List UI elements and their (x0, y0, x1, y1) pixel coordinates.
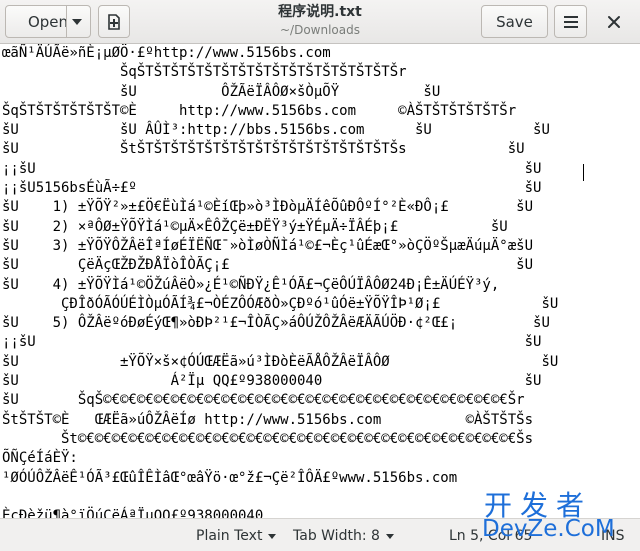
text-line[interactable]: ¡¡šU šU (2, 161, 541, 177)
open-button[interactable]: Open (5, 5, 91, 38)
document-text[interactable]: œãÑ¹ÄÚÃë»ñÈ¡µØÖ·£ºhttp://www.5156bs.com … (0, 44, 640, 518)
text-line[interactable]: šU ÔŽÃëÏÂÔØ×šÒµÕŸ šU (2, 84, 440, 100)
language-label: Plain Text (196, 528, 263, 544)
hamburger-menu-icon (563, 15, 578, 28)
text-line[interactable]: šU Á²Ïµ QQ£º938000040 šU (2, 373, 541, 389)
text-line[interactable]: šU 5) ÔŽÂëºóÐøÉýŒ¶»òÐÞ²¹£¬ÎÒÃÇ»áÔÚŽÔŽÂëÆ… (2, 315, 550, 331)
text-line[interactable]: Št©€©€©€©€©€©€©€©€©€©€©€©€©€©€©€©€©€©€©€… (2, 431, 533, 447)
text-line[interactable]: šU ÇëÄçŒŽÐŽÐÅÏòÎÒÃÇ¡£ šU (2, 257, 533, 273)
window-subtitle: ~/Downloads (280, 23, 360, 37)
chevron-down-icon (385, 533, 394, 539)
text-line[interactable]: ŠqŠTŠTŠTŠTŠTŠTŠTŠTŠTŠTŠTŠTŠTŠTŠTŠr (2, 64, 407, 80)
text-line[interactable]: šU ±ŸÕŸ×š×¢ÓÚŒÆËã»ú³ÌÐòÈëÃÅÔŽÂëÏÂÔØ šU (2, 354, 558, 370)
tab-width-label: Tab Width: 8 (293, 528, 380, 544)
text-line[interactable]: ŠtŠTŠT©È ŒÆËã»úÔŽÂëÍø http://www.5156bs.… (2, 412, 533, 428)
chevron-down-icon (268, 533, 277, 539)
text-line[interactable]: ŠqŠTŠTŠTŠTŠTŠT©È http://www.5156bs.com ©… (2, 103, 516, 119)
window-title-area: 程序说明.txt ~/Downloads (200, 3, 440, 38)
watermark: 开发者 DevZe.CoM (478, 484, 638, 544)
text-line[interactable]: šU 2) ×ªÔØ±ŸÕŸÌá¹©µÄ×ÊÔŽÇë±ÐËŸ³ý±ŸÉµÄ÷ÏÂ… (2, 219, 508, 235)
text-line[interactable]: ÈçÐèžü¶à°ïÖúÇëÁªÏµQQ£º938000040 (2, 508, 263, 518)
menu-button[interactable] (554, 5, 587, 38)
text-line[interactable]: šU ŠqŠ©€©€©€©€©€©€©€©€©€©€©€©€©€©€©€©€©€… (2, 392, 525, 408)
text-line[interactable]: ÇÐÎðÓÃÓÚÉÌÒµÓÃÍ¾£¬ÒÉZÔÓÆðÒ»ÇÐºó¹ûÓë±ŸÕŸÎ… (2, 296, 558, 312)
text-line[interactable]: ¡¡šU5156bsÉùÃ÷£º šU (2, 180, 541, 196)
text-editor-area[interactable]: œãÑ¹ÄÚÃë»ñÈ¡µØÖ·£ºhttp://www.5156bs.com … (0, 44, 640, 518)
text-line[interactable]: šU ŠtŠTŠTŠTŠTŠTŠTŠTŠTŠTŠTŠTŠTŠTŠTŠTŠs šU (2, 141, 525, 157)
text-line[interactable]: ¡¡šU šU (2, 334, 541, 350)
text-line[interactable]: šU 4) ±ŸÕŸÌá¹©ÖŽúÂëÒ»¿É¹©ÑÐŸ¿Ê¹ÓÃ£¬ÇëÔÚÏ… (2, 277, 499, 293)
new-document-button[interactable] (98, 5, 130, 38)
tab-width-selector[interactable]: Tab Width: 8 (293, 528, 394, 544)
window-title: 程序说明.txt (278, 4, 362, 20)
text-line[interactable]: ÕÑÇéÍáÈŸ: (2, 450, 78, 466)
new-document-icon (108, 13, 120, 30)
close-button[interactable] (602, 10, 626, 34)
chevron-down-icon[interactable] (72, 19, 82, 25)
text-caret (583, 164, 584, 181)
header-bar: Open 程序说明.txt ~/Downloads Save (0, 0, 640, 44)
text-line[interactable]: šU šU ÂÛÌ³:http://bbs.5156bs.com šU šU (2, 122, 550, 138)
open-button-label: Open (27, 12, 69, 31)
close-icon (608, 16, 620, 28)
open-button-separator (66, 6, 67, 37)
text-line[interactable]: œãÑ¹ÄÚÃë»ñÈ¡µØÖ·£ºhttp://www.5156bs.com (2, 45, 331, 61)
save-button[interactable]: Save (481, 5, 548, 38)
text-line[interactable]: šU 3) ±ŸÕŸÔŽÂëÎªÍøÉÏËÑŒ¯»òÌøÒÑÌá¹©£¬Èç¹û… (2, 238, 533, 254)
text-line[interactable]: šU 1) ±ŸÕŸ²»±£Ö€ËùÌá¹©ÈíŒþ»ò³ÌÐòµÄÍêÕûÐÔ… (2, 199, 533, 215)
watermark-bottom: DevZe.CoM (482, 516, 615, 542)
text-line[interactable]: ¹ØÓÚÔŽÂëÊ¹ÓÃ³£ŒûÎÊÌâŒ°œâŸö·œ°ž£¬Çë²ÎÔÄ£º… (2, 470, 457, 486)
language-selector[interactable]: Plain Text (196, 528, 277, 544)
